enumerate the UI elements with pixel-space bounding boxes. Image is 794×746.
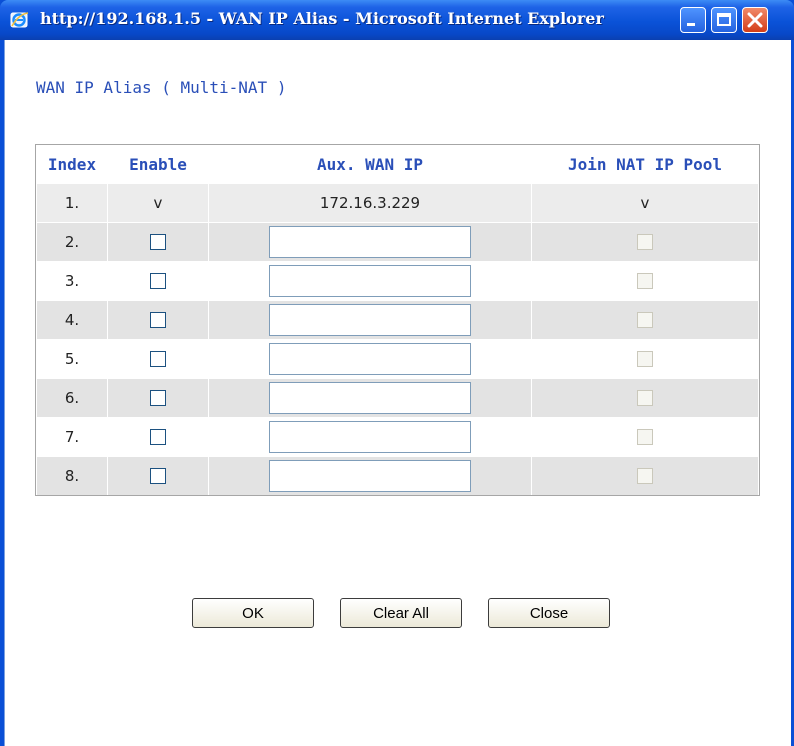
table-row: 6. <box>37 379 758 417</box>
enable-checkbox[interactable] <box>150 312 166 328</box>
row-aux-wan-ip-cell <box>209 340 531 378</box>
join-nat-pool-checkbox <box>637 390 653 406</box>
maximize-icon <box>717 13 731 26</box>
table-row: 1. v 172.16.3.229 v <box>37 184 758 222</box>
header-index: Index <box>37 145 107 183</box>
row-enable-cell <box>108 223 208 261</box>
row-join-nat-pool-cell <box>532 418 758 456</box>
maximize-button[interactable] <box>711 7 737 33</box>
table-row: 4. <box>37 301 758 339</box>
join-nat-pool-checkbox <box>637 273 653 289</box>
internet-explorer-icon <box>10 10 30 30</box>
row-join-nat-pool-cell <box>532 340 758 378</box>
enable-checkbox[interactable] <box>150 273 166 289</box>
close-window-button[interactable] <box>742 7 768 33</box>
table-row: 7. <box>37 418 758 456</box>
row-enable-cell <box>108 262 208 300</box>
row-enable-cell <box>108 457 208 495</box>
row-index: 3. <box>37 262 107 300</box>
page-title: WAN IP Alias ( Multi-NAT ) <box>36 78 287 97</box>
row-join-nat-pool-cell <box>532 262 758 300</box>
aux-wan-ip-input[interactable] <box>269 343 471 375</box>
row-aux-wan-ip-cell <box>209 379 531 417</box>
row-index: 1. <box>37 184 107 222</box>
aux-wan-ip-input[interactable] <box>269 304 471 336</box>
aux-wan-ip-input[interactable] <box>269 460 471 492</box>
join-nat-pool-checkbox <box>637 234 653 250</box>
row-index: 5. <box>37 340 107 378</box>
row-enable-cell <box>108 418 208 456</box>
minimize-button[interactable] <box>680 7 706 33</box>
join-nat-pool-checkbox <box>637 468 653 484</box>
row-enable-cell <box>108 379 208 417</box>
aux-wan-ip-input[interactable] <box>269 265 471 297</box>
row-join-nat-pool-cell <box>532 301 758 339</box>
row-aux-wan-ip-cell <box>209 262 531 300</box>
table-row: 2. <box>37 223 758 261</box>
row-join-nat-pool-cell <box>532 379 758 417</box>
row-index: 7. <box>37 418 107 456</box>
header-enable: Enable <box>108 145 208 183</box>
row-enable-cell <box>108 340 208 378</box>
close-button[interactable]: Close <box>488 598 610 628</box>
row-index: 4. <box>37 301 107 339</box>
row-aux-wan-ip-value: 172.16.3.229 <box>209 184 531 222</box>
join-nat-pool-checkbox <box>637 312 653 328</box>
row-index: 2. <box>37 223 107 261</box>
join-nat-pool-checkbox <box>637 351 653 367</box>
row-aux-wan-ip-cell <box>209 301 531 339</box>
minimize-icon <box>687 23 695 26</box>
aux-wan-ip-input[interactable] <box>269 382 471 414</box>
close-icon <box>747 12 763 28</box>
join-nat-pool-checkbox <box>637 429 653 445</box>
aux-wan-ip-input[interactable] <box>269 421 471 453</box>
row-index: 8. <box>37 457 107 495</box>
window-title: http://192.168.1.5 - WAN IP Alias - Micr… <box>40 9 604 28</box>
wan-ip-alias-table: Index Enable Aux. WAN IP Join NAT IP Poo… <box>35 144 760 496</box>
clear-all-button[interactable]: Clear All <box>340 598 462 628</box>
row-enable-value: v <box>108 184 208 222</box>
table-row: 5. <box>37 340 758 378</box>
enable-checkbox[interactable] <box>150 468 166 484</box>
browser-window: http://192.168.1.5 - WAN IP Alias - Micr… <box>0 0 794 746</box>
enable-checkbox[interactable] <box>150 234 166 250</box>
enable-checkbox[interactable] <box>150 351 166 367</box>
row-enable-cell <box>108 301 208 339</box>
row-aux-wan-ip-cell <box>209 457 531 495</box>
enable-checkbox[interactable] <box>150 390 166 406</box>
header-aux-wan-ip: Aux. WAN IP <box>209 145 531 183</box>
table-header-row: Index Enable Aux. WAN IP Join NAT IP Poo… <box>37 145 758 183</box>
ok-button[interactable]: OK <box>192 598 314 628</box>
table-row: 3. <box>37 262 758 300</box>
title-bar[interactable]: http://192.168.1.5 - WAN IP Alias - Micr… <box>0 0 794 40</box>
aux-wan-ip-input[interactable] <box>269 226 471 258</box>
row-aux-wan-ip-cell <box>209 223 531 261</box>
header-join-nat-ip-pool: Join NAT IP Pool <box>532 145 758 183</box>
row-join-nat-pool-cell <box>532 457 758 495</box>
row-aux-wan-ip-cell <box>209 418 531 456</box>
row-join-nat-pool-cell <box>532 223 758 261</box>
row-index: 6. <box>37 379 107 417</box>
enable-checkbox[interactable] <box>150 429 166 445</box>
table-row: 8. <box>37 457 758 495</box>
row-join-nat-pool-value: v <box>532 184 758 222</box>
